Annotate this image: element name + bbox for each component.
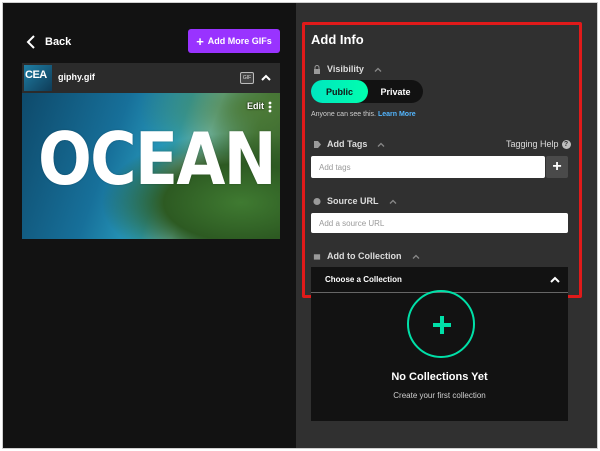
visibility-section-label: Visibility	[313, 64, 382, 74]
back-button[interactable]: Back	[25, 35, 71, 49]
empty-title: No Collections Yet	[391, 371, 488, 383]
help-icon: ?	[561, 139, 571, 149]
visibility-hint-text: Anyone can see this.	[311, 111, 376, 118]
source-url-placeholder: Add a source URL	[319, 218, 385, 228]
plus-icon: +	[552, 158, 562, 175]
chevron-left-icon	[26, 35, 35, 49]
gif-card-header: CEA giphy.gif GIF	[22, 63, 280, 93]
gif-image-text: OCEAN	[38, 117, 277, 201]
gif-card: CEA giphy.gif GIF OCEAN Edit	[22, 63, 280, 239]
source-section-label: Source URL	[313, 196, 397, 206]
gif-preview-image: OCEAN Edit	[22, 93, 280, 239]
source-label: Source URL	[327, 196, 379, 206]
chevron-up-icon	[550, 276, 560, 283]
gif-thumbnail[interactable]: CEA	[24, 65, 52, 91]
learn-more-link[interactable]: Learn More	[378, 111, 416, 118]
collection-dropdown-value: Choose a Collection	[325, 275, 402, 284]
gif-filename: giphy.gif	[58, 72, 95, 82]
gif-preview-pane: Back + Add More GIFs CEA giphy.gif GIF O…	[3, 3, 296, 448]
collection-icon	[313, 253, 321, 260]
back-label: Back	[45, 36, 72, 48]
tagging-help-link[interactable]: Tagging Help ?	[506, 139, 571, 149]
plus-icon-stem	[440, 316, 444, 334]
tagging-help-label: Tagging Help	[506, 139, 559, 149]
chevron-up-icon[interactable]	[377, 140, 385, 149]
globe-icon	[313, 197, 321, 205]
gif-badge-icon: GIF	[240, 72, 254, 84]
visibility-hint: Anyone can see this. Learn More	[311, 111, 416, 118]
lock-icon	[314, 64, 320, 74]
private-option[interactable]: Private	[368, 80, 423, 103]
chevron-up-icon[interactable]	[389, 197, 397, 206]
collection-label: Add to Collection	[327, 251, 402, 261]
collection-section-label: Add to Collection	[313, 251, 420, 261]
add-more-gifs-label: Add More GIFs	[207, 36, 272, 46]
plus-icon: +	[196, 33, 204, 49]
tags-label: Add Tags	[327, 139, 368, 149]
more-options-icon[interactable]	[268, 101, 272, 113]
collections-empty-panel: No Collections Yet Create your first col…	[311, 290, 568, 421]
visibility-label: Visibility	[327, 64, 364, 74]
edit-button[interactable]: Edit	[247, 101, 264, 111]
collapse-chevron-icon[interactable]	[260, 72, 272, 84]
source-url-input[interactable]: Add a source URL	[311, 213, 568, 233]
visibility-toggle[interactable]: Public Private	[311, 80, 423, 103]
chevron-up-icon[interactable]	[412, 252, 420, 261]
tag-icon	[314, 140, 321, 148]
create-collection-button[interactable]	[407, 290, 475, 358]
add-more-gifs-button[interactable]: + Add More GIFs	[188, 29, 280, 53]
add-tag-button[interactable]: +	[546, 156, 568, 178]
page-title: Add Info	[311, 32, 364, 47]
tags-input[interactable]: Add tags	[311, 156, 545, 178]
thumbnail-text: CEA	[25, 69, 47, 81]
empty-subtitle[interactable]: Create your first collection	[311, 391, 568, 400]
tags-placeholder: Add tags	[319, 162, 351, 172]
chevron-up-icon[interactable]	[374, 65, 382, 74]
public-option[interactable]: Public	[311, 80, 368, 103]
tags-section-label: Add Tags	[313, 139, 385, 149]
